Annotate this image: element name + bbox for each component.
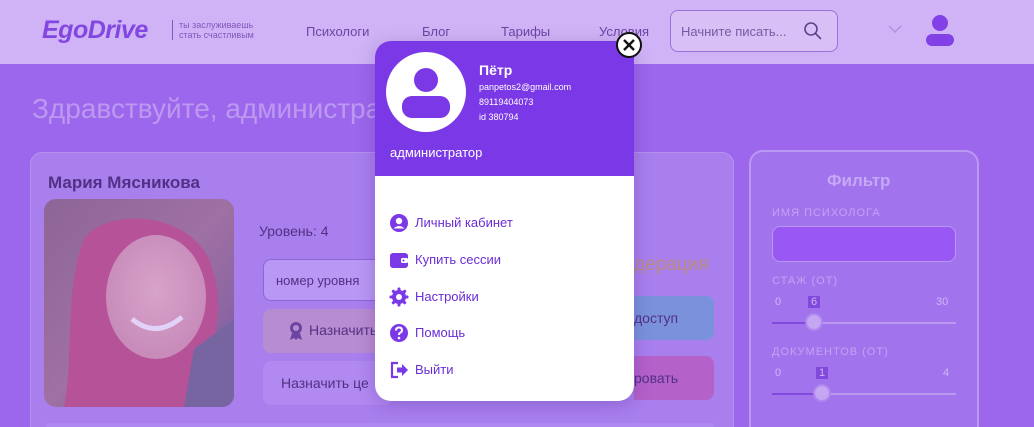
profile-email: panpetos2@gmail.com (479, 82, 572, 92)
profile-id: id 380794 (479, 112, 519, 122)
profile-popup: Пётр panpetos2@gmail.com 89119404073 id … (375, 41, 634, 401)
profile-avatar (386, 52, 466, 132)
close-button[interactable] (616, 32, 642, 58)
menu-logout[interactable]: Выйти (389, 359, 619, 381)
profile-header: Пётр panpetos2@gmail.com 89119404073 id … (375, 41, 634, 176)
menu-personal-account[interactable]: Личный кабинет (389, 212, 619, 234)
menu-label: Купить сессии (415, 252, 501, 267)
user-icon (402, 68, 450, 118)
user-circle-icon (390, 214, 408, 232)
menu-help[interactable]: Помощь (389, 322, 619, 344)
profile-phone: 89119404073 (479, 97, 534, 107)
close-icon (623, 39, 635, 51)
menu-label: Помощь (415, 325, 466, 340)
profile-name: Пётр (479, 62, 513, 78)
menu-label: Выйти (415, 362, 454, 377)
profile-role: администратор (390, 145, 483, 160)
gear-icon (389, 287, 409, 307)
menu-label: Личный кабинет (415, 215, 513, 230)
menu-settings[interactable]: Настройки (389, 286, 619, 308)
question-icon (390, 324, 408, 342)
wallet-icon (390, 253, 408, 268)
logout-icon (390, 361, 408, 379)
menu-buy-sessions[interactable]: Купить сессии (389, 249, 619, 271)
menu-label: Настройки (415, 289, 479, 304)
